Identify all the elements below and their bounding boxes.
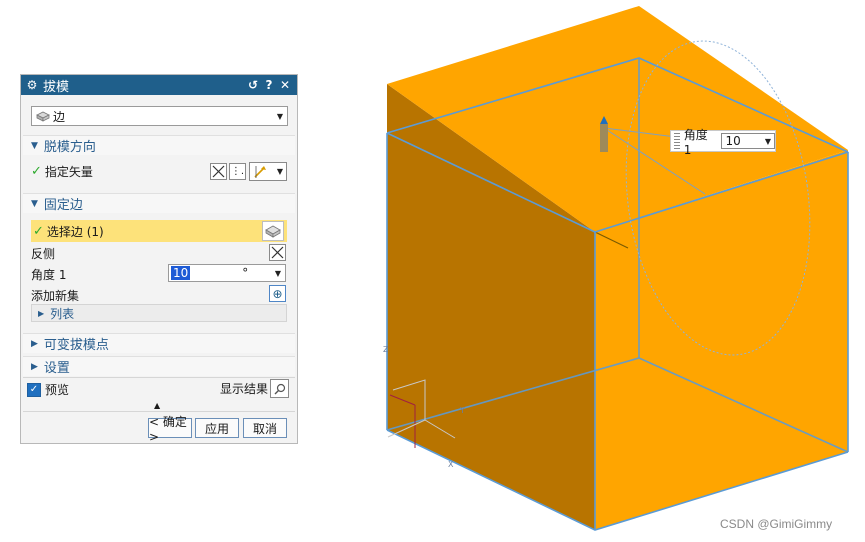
collapse-up-icon[interactable]: ▲: [154, 401, 160, 410]
angle-input[interactable]: 10 ° ▼: [168, 264, 286, 282]
axis-z-label: Z: [383, 345, 389, 354]
close-icon[interactable]: ✕: [277, 78, 293, 92]
type-select[interactable]: 边 ▼: [31, 106, 288, 126]
select-edge-row[interactable]: ✓ 选择边 (1): [31, 220, 287, 242]
vector-type-select[interactable]: ▼: [249, 162, 287, 181]
divider: [23, 377, 295, 378]
axis-y-label: Y: [459, 406, 465, 415]
ok-button[interactable]: < 确定 >: [148, 415, 192, 444]
graphics-viewport[interactable]: Y X Z: [372, 0, 865, 542]
vector-shaft: [600, 124, 608, 152]
add-set-button[interactable]: ⊕: [269, 285, 286, 302]
angle-value: 10: [171, 266, 191, 280]
show-result-button[interactable]: [270, 379, 289, 398]
section-draw-direction[interactable]: ▼ 脱模方向: [23, 135, 295, 155]
type-select-value: 边: [53, 109, 66, 124]
drag-grip-icon[interactable]: [674, 133, 680, 149]
list-label: 列表: [50, 306, 75, 321]
vector-dots-icon: ⋮.: [230, 166, 245, 177]
plus-circle-icon: ⊕: [272, 286, 283, 301]
edge-type-icon: [36, 111, 50, 122]
magnifier-icon: [274, 383, 285, 394]
angle-handle-input[interactable]: 10 ▼: [721, 133, 776, 149]
vector-arrow-icon: [254, 165, 266, 178]
vector-dialog-button[interactable]: ⋮.: [229, 163, 246, 180]
reverse-side-row: 反侧: [31, 245, 289, 262]
list-toggle[interactable]: ▶ 列表: [31, 304, 287, 322]
check-icon: ✓: [31, 164, 42, 179]
preview-checkbox[interactable]: ✓: [27, 382, 41, 397]
cancel-button[interactable]: 取消: [243, 418, 287, 438]
reverse-direction-button[interactable]: [210, 163, 227, 180]
section-fixed-edges[interactable]: ▼ 固定边: [23, 193, 295, 213]
help-icon[interactable]: ?: [261, 78, 277, 92]
section-draw-direction-title: 脱模方向: [43, 140, 96, 155]
section-variable-points[interactable]: ▶ 可变拔模点: [23, 333, 295, 353]
dialog-title: 拔模: [43, 79, 70, 95]
angle-label: 角度 1: [31, 268, 67, 282]
chevron-down-icon: ▼: [276, 111, 283, 121]
specify-vector-label: 指定矢量: [44, 165, 93, 179]
edge-type-icon: [265, 225, 281, 238]
angle-unit: °: [242, 266, 249, 280]
collapse-triangle-icon: ▼: [31, 198, 38, 209]
check-icon: ✓: [33, 223, 44, 239]
chevron-down-icon: ▼: [764, 136, 772, 146]
chevron-down-icon: ▼: [274, 268, 281, 278]
select-edge-label: 选择边 (1): [46, 224, 104, 239]
expand-triangle-icon: ▶: [31, 338, 38, 349]
cross-arrows-icon: [212, 165, 225, 178]
axis-x-label: X: [448, 460, 454, 469]
draft-dialog: ⚙ 拔模 ↺ ? ✕ 边 ▼ ▼ 脱模方向 ✓ 指定矢量 ⋮. ▼ ▼ 固定边 …: [20, 74, 298, 444]
angle-handle-label: 角度 1: [683, 127, 708, 157]
section-variable-points-title: 可变拔模点: [43, 338, 109, 353]
add-set-row: 添加新集: [31, 287, 289, 304]
watermark-text: CSDN @GimiGimmy: [720, 517, 833, 531]
apply-button[interactable]: 应用: [195, 418, 239, 438]
chevron-down-icon: ▼: [276, 167, 283, 176]
angle-handle-value: 10: [725, 134, 741, 148]
collapse-triangle-icon: ▼: [31, 140, 38, 151]
section-settings[interactable]: ▶ 设置: [23, 356, 295, 376]
add-set-label: 添加新集: [31, 289, 80, 303]
show-result-row: 显示结果: [220, 379, 289, 398]
expand-triangle-icon: ▶: [38, 308, 45, 318]
gear-icon: ⚙: [26, 78, 38, 92]
dialog-titlebar: ⚙ 拔模 ↺ ? ✕: [21, 75, 297, 95]
cross-arrows-icon: [271, 246, 284, 259]
edge-selector-button[interactable]: [262, 221, 284, 241]
section-fixed-edges-title: 固定边: [43, 198, 83, 213]
reverse-side-label: 反侧: [31, 247, 56, 261]
reverse-side-button[interactable]: [269, 244, 286, 261]
show-result-label: 显示结果: [219, 382, 268, 396]
section-settings-title: 设置: [43, 361, 70, 376]
reset-icon[interactable]: ↺: [245, 78, 261, 92]
angle-handle-box[interactable]: 角度 1 10 ▼: [670, 128, 776, 157]
expand-triangle-icon: ▶: [31, 361, 38, 372]
preview-label: 预览: [45, 383, 70, 397]
